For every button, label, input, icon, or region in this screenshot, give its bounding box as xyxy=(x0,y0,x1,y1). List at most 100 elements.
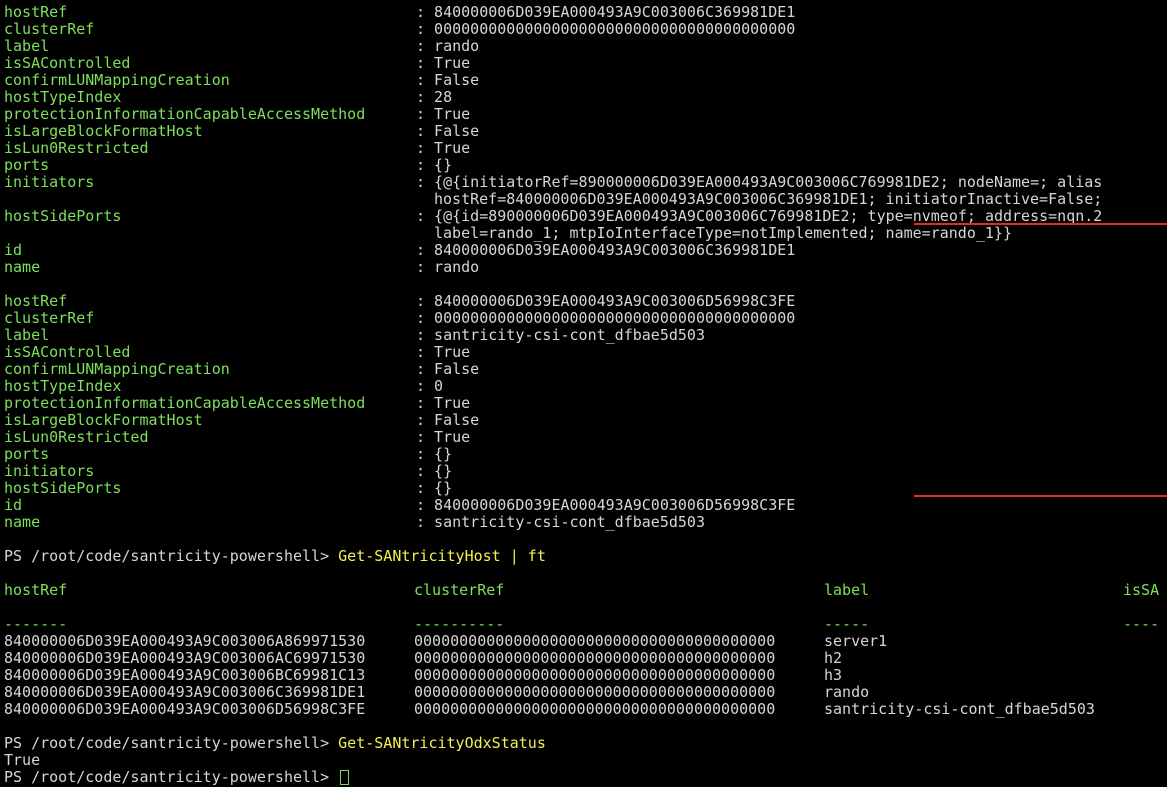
property-value: : 840000006D039EA000493A9C003006D56998C3… xyxy=(416,496,796,514)
property-row: hostRef : 840000006D039EA000493A9C003006D… xyxy=(4,293,1167,310)
property-row: label : rando xyxy=(4,38,1167,55)
table-row: 840000006D039EA000493A9C003006A869971530… xyxy=(4,633,1167,650)
command-text: Get-SANtricityHost | ft xyxy=(338,547,546,565)
property-key: hostSidePorts xyxy=(4,207,122,225)
property-value: : True xyxy=(416,394,471,412)
property-row: clusterRef : 0000000000000000000000000000… xyxy=(4,21,1167,38)
text-cursor[interactable] xyxy=(340,770,350,785)
property-key: hostRef xyxy=(4,292,68,310)
property-row: name: rando xyxy=(4,259,1167,276)
table-cell: 840000006D039EA000493A9C003006A869971530 xyxy=(4,632,366,650)
property-row: protectionInformationCapableAccessMethod… xyxy=(4,395,1167,412)
table-header-row: hostRef clusterRef label isSA xyxy=(4,582,1167,599)
table-cell: santricity-csi-cont_dfbae5d503 xyxy=(824,700,1095,718)
property-row: hostTypeIndex: 28 xyxy=(4,89,1167,106)
property-row: isLargeBlockFormatHost : False xyxy=(4,123,1167,140)
property-value: : True xyxy=(416,343,471,361)
property-row: hostSidePorts: {@{id=890000006D039EA0004… xyxy=(4,208,1167,225)
property-key: clusterRef xyxy=(4,309,95,327)
property-key: hostTypeIndex xyxy=(4,88,122,106)
property-value: : {} xyxy=(416,479,453,497)
property-key: ports xyxy=(4,156,50,174)
table-row: 840000006D039EA000493A9C003006BC69981C13… xyxy=(4,667,1167,684)
property-row: hostTypeIndex: 0 xyxy=(4,378,1167,395)
property-row: ports : {} xyxy=(4,157,1167,174)
table-cell: h3 xyxy=(824,666,843,684)
property-key: confirmLUNMappingCreation xyxy=(4,360,230,378)
table-divider-row: ------- ---------- ----- ---- xyxy=(4,616,1167,633)
table-cell: 0000000000000000000000000000000000000000 xyxy=(414,683,776,701)
table-cell: 840000006D039EA000493A9C003006BC69981C13 xyxy=(4,666,366,684)
shell-prompt: PS /root/code/santricity-powershell> xyxy=(4,734,339,752)
table-cell: rando xyxy=(824,683,870,701)
property-key: label xyxy=(4,37,50,55)
command-text: Get-SANtricityOdxStatus xyxy=(338,734,546,752)
property-row: hostRef=840000006D039EA000493A9C003006C3… xyxy=(4,191,1167,208)
column-divider: ----- xyxy=(824,615,870,633)
property-value: : santricity-csi-cont_dfbae5d503 xyxy=(416,326,705,344)
property-key: hostRef xyxy=(4,3,68,21)
property-key: name xyxy=(4,258,41,276)
property-row: protectionInformationCapableAccessMethod… xyxy=(4,106,1167,123)
table-cell: 840000006D039EA000493A9C003006AC69971530 xyxy=(4,649,366,667)
property-row: label : santricity-csi-cont_dfbae5d503 xyxy=(4,327,1167,344)
terminal-window[interactable]: hostRef: 840000006D039EA000493A9C003006C… xyxy=(0,0,1167,787)
property-value: : True xyxy=(416,139,471,157)
property-row: confirmLUNMappingCreation: False xyxy=(4,361,1167,378)
property-value: : 00000000000000000000000000000000000000… xyxy=(416,20,796,38)
table-cell: 840000006D039EA000493A9C003006C369981DE1 xyxy=(4,683,366,701)
table-cell: server1 xyxy=(824,632,888,650)
table-cell: 0000000000000000000000000000000000000000 xyxy=(414,700,776,718)
command-output: True xyxy=(4,751,41,769)
property-row: initiators : {@{initiatorRef=890000006D03… xyxy=(4,174,1167,191)
shell-prompt: PS /root/code/santricity-powershell> xyxy=(4,547,339,565)
property-value: : 00000000000000000000000000000000000000… xyxy=(416,309,796,327)
property-row: initiators: {} xyxy=(4,463,1167,480)
property-value: : False xyxy=(416,122,480,140)
column-header: hostRef xyxy=(4,581,68,599)
command-line: PS /root/code/santricity-powershell> Get… xyxy=(4,735,1167,752)
property-key: protectionInformationCapableAccessMethod xyxy=(4,394,366,412)
table-cell: 0000000000000000000000000000000000000000 xyxy=(414,666,776,684)
property-value: : rando xyxy=(416,37,480,55)
property-value: : False xyxy=(416,71,480,89)
property-value: : {} xyxy=(416,462,453,480)
property-key: isLun0Restricted xyxy=(4,139,149,157)
property-value: : True xyxy=(416,428,471,446)
column-header: clusterRef xyxy=(414,581,505,599)
property-value: label=rando_1; mtpIoInterfaceType=notImp… xyxy=(434,224,1012,242)
property-value: : {} xyxy=(416,445,453,463)
table-cell: h2 xyxy=(824,649,843,667)
property-key: isLargeBlockFormatHost xyxy=(4,411,203,429)
property-key: isLargeBlockFormatHost xyxy=(4,122,203,140)
property-value: hostRef=840000006D039EA000493A9C003006C3… xyxy=(434,190,1103,208)
property-row: id: 840000006D039EA000493A9C003006D56998… xyxy=(4,497,1167,514)
property-key: clusterRef xyxy=(4,20,95,38)
property-key: initiators xyxy=(4,173,95,191)
property-key: isSAControlled xyxy=(4,54,131,72)
table-cell: 0000000000000000000000000000000000000000 xyxy=(414,649,776,667)
property-row: label=rando_1; mtpIoInterfaceType=notImp… xyxy=(4,225,1167,242)
property-value: : 840000006D039EA000493A9C003006D56998C3… xyxy=(416,292,796,310)
property-key: id xyxy=(4,241,23,259)
property-value: : {} xyxy=(416,156,453,174)
column-divider: ---- xyxy=(1123,615,1160,633)
table-row: 840000006D039EA000493A9C003006D56998C3FE… xyxy=(4,701,1167,718)
property-value: : False xyxy=(416,411,480,429)
property-key: isLun0Restricted xyxy=(4,428,149,446)
property-row: confirmLUNMappingCreation: False xyxy=(4,72,1167,89)
property-key: hostSidePorts xyxy=(4,479,122,497)
table-row: 840000006D039EA000493A9C003006AC69971530… xyxy=(4,650,1167,667)
property-value: : {@{initiatorRef=890000006D039EA000493A… xyxy=(416,173,1103,191)
property-row: isLun0Restricted : True xyxy=(4,429,1167,446)
property-value: : santricity-csi-cont_dfbae5d503 xyxy=(416,513,705,531)
property-row: clusterRef : 0000000000000000000000000000… xyxy=(4,310,1167,327)
property-key: label xyxy=(4,326,50,344)
shell-prompt: PS /root/code/santricity-powershell> xyxy=(4,768,339,786)
property-key: name xyxy=(4,513,41,531)
table-row: 840000006D039EA000493A9C003006C369981DE1… xyxy=(4,684,1167,701)
